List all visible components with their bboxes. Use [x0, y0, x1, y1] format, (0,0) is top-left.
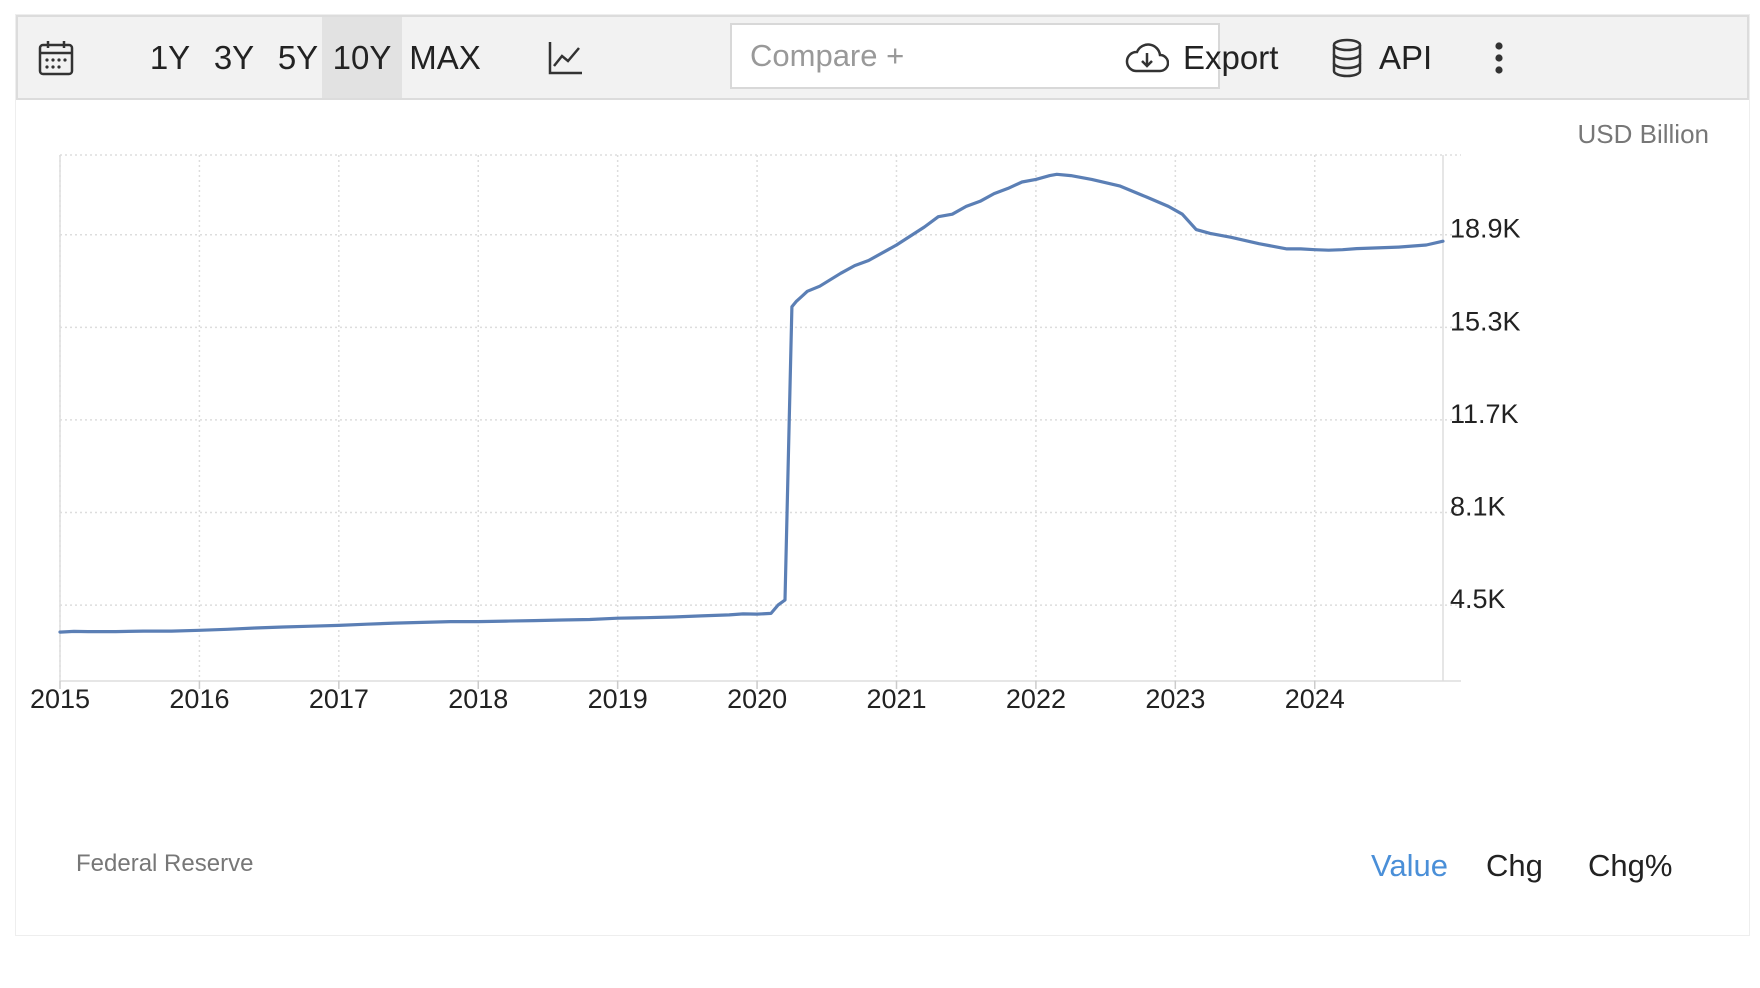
chg-mode-button[interactable]: Chg — [1486, 848, 1543, 884]
source-label: Federal Reserve — [76, 850, 254, 877]
x-tick-label: 2018 — [448, 684, 508, 714]
x-tick-label: 2023 — [1145, 684, 1205, 714]
x-tick-label: 2024 — [1285, 684, 1345, 714]
line-chart: 4.5K 8.1K 11.7K 15.3K 18.9K 2015 2016 2017 2018 2… — [30, 154, 1521, 714]
x-tick-label: 2017 — [309, 684, 369, 714]
x-tick-label: 2015 — [30, 684, 90, 714]
chart-widget: 1Y 3Y 5Y 10Y MAX Export — [15, 14, 1750, 936]
y-tick-label: 18.9K — [1450, 214, 1521, 244]
y-tick-label: 8.1K — [1450, 492, 1506, 522]
y-tick-label: 4.5K — [1450, 584, 1506, 614]
x-tick-label: 2020 — [727, 684, 787, 714]
series-line — [58, 172, 1445, 634]
value-mode-button[interactable]: Value — [1371, 848, 1448, 884]
x-tick-label: 2022 — [1006, 684, 1066, 714]
x-tick-label: 2019 — [588, 684, 648, 714]
x-tick-label: 2016 — [169, 684, 229, 714]
y-tick-label: 11.7K — [1450, 399, 1519, 429]
x-tick-label: 2021 — [866, 684, 926, 714]
chg-percent-mode-button[interactable]: Chg% — [1588, 848, 1672, 884]
y-tick-label: 15.3K — [1450, 306, 1521, 336]
